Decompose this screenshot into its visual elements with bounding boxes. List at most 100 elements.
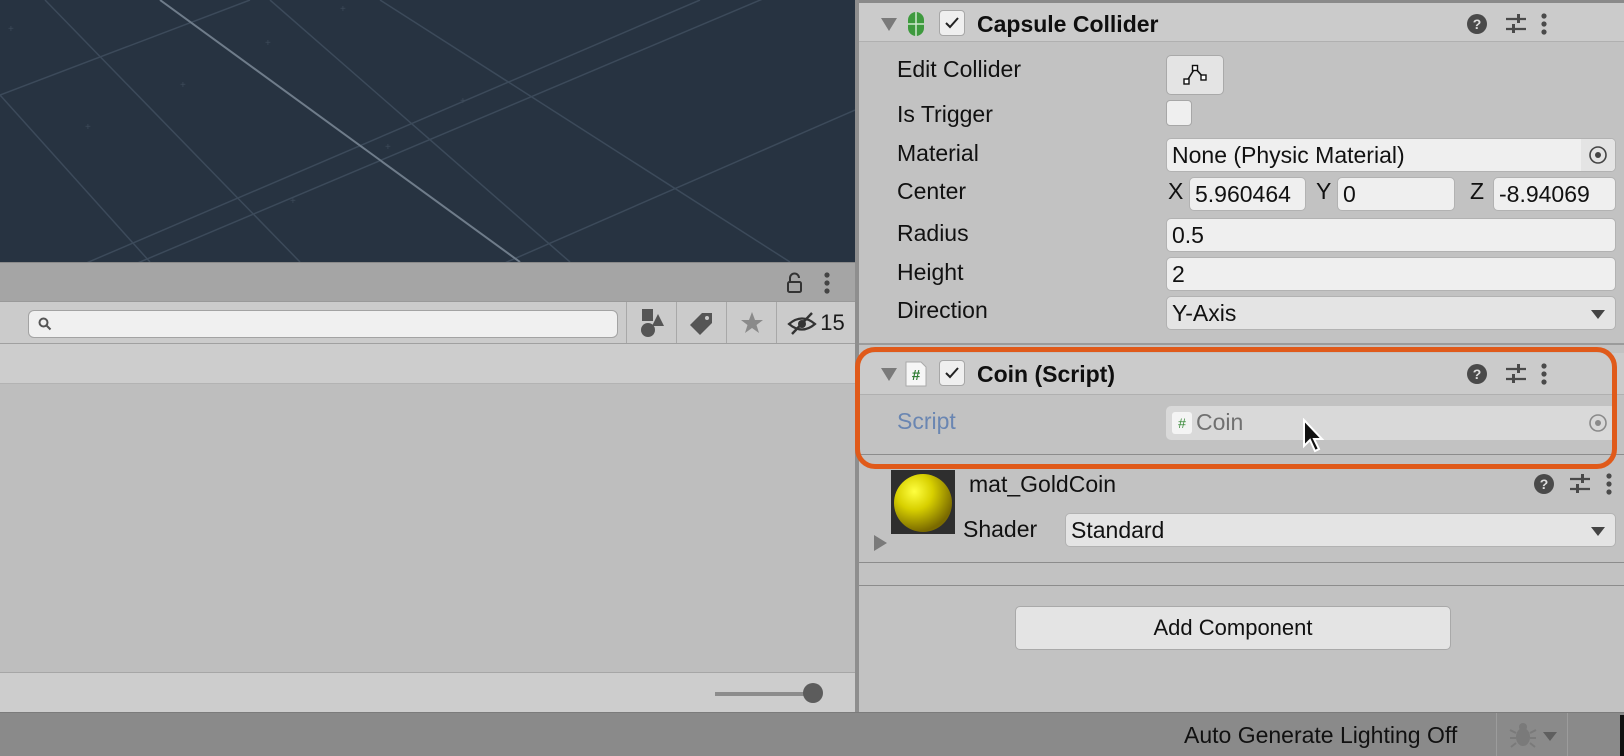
radius-label: Radius	[897, 220, 969, 246]
dropdown-arrow-icon	[1543, 732, 1557, 741]
more-options-icon[interactable]	[1540, 12, 1548, 36]
dropdown-arrow-icon	[1591, 310, 1605, 319]
material-preview[interactable]	[891, 470, 955, 534]
height-field[interactable]: 2	[1166, 257, 1616, 291]
coin-script-header[interactable]: # Coin (Script) ?	[859, 353, 1624, 395]
project-panel: 15	[0, 262, 855, 712]
svg-text:+: +	[85, 122, 91, 133]
star-icon	[740, 311, 763, 333]
capsule-collider-enabled-checkbox[interactable]	[939, 10, 965, 36]
material-field[interactable]: None (Physic Material)	[1166, 138, 1616, 172]
collapse-arrow-icon[interactable]	[881, 18, 897, 31]
hidden-count: 15	[820, 309, 845, 335]
center-x-field[interactable]: 5.960464	[1189, 177, 1306, 211]
direction-dropdown[interactable]: Y-Axis	[1166, 296, 1616, 330]
expand-arrow-icon[interactable]	[874, 535, 887, 551]
presets-icon[interactable]	[1569, 473, 1591, 495]
more-options-icon[interactable]	[1540, 362, 1548, 386]
lock-icon[interactable]	[784, 272, 806, 294]
icon-size-slider-track[interactable]	[715, 692, 815, 696]
kebab-menu-icon[interactable]	[822, 271, 832, 295]
help-icon[interactable]: ?	[1466, 363, 1488, 385]
component-separator	[859, 585, 1624, 586]
inspector-panel: Capsule Collider ? Edit Collider Is Trig…	[859, 0, 1624, 712]
coin-script-enabled-checkbox[interactable]	[939, 360, 965, 386]
checkmark-icon	[945, 367, 959, 379]
shader-value: Standard	[1071, 517, 1165, 543]
icon-size-slider-thumb[interactable]	[803, 683, 823, 703]
presets-icon[interactable]	[1505, 13, 1527, 35]
status-bar: Auto Generate Lighting Off	[0, 712, 1624, 756]
debug-mode-button[interactable]	[1496, 713, 1568, 756]
add-component-button[interactable]: Add Component	[1015, 606, 1451, 650]
center-y-field[interactable]: 0	[1337, 177, 1455, 211]
search-input[interactable]	[28, 310, 618, 338]
scene-grid: + + + + + + + +	[0, 0, 855, 262]
presets-icon[interactable]	[1505, 363, 1527, 385]
component-separator	[859, 454, 1624, 455]
help-icon[interactable]: ?	[1533, 473, 1555, 495]
center-z-label[interactable]: Z	[1470, 178, 1484, 205]
script-label: Script	[897, 408, 956, 434]
eye-slash-icon	[787, 311, 817, 335]
help-icon[interactable]: ?	[1466, 13, 1488, 35]
panel-toolbar: 15	[0, 302, 855, 344]
script-icon: #	[905, 361, 927, 387]
material-label: Material	[897, 140, 979, 166]
edit-collider-button[interactable]	[1166, 55, 1224, 95]
svg-text:#: #	[912, 367, 921, 384]
component-title: Coin (Script)	[977, 361, 1115, 387]
target-picker-icon	[1589, 146, 1607, 164]
panel-footer	[0, 672, 855, 712]
filter-by-type-button[interactable]	[626, 302, 676, 343]
edit-collider-label: Edit Collider	[897, 56, 1021, 82]
shader-dropdown[interactable]: Standard	[1065, 513, 1616, 547]
checkmark-icon	[945, 17, 959, 29]
gold-sphere-icon	[894, 474, 952, 532]
more-options-icon[interactable]	[1605, 472, 1613, 496]
capsule-collider-header[interactable]: Capsule Collider ?	[859, 0, 1624, 42]
edit-collider-icon	[1183, 64, 1207, 85]
material-value: None (Physic Material)	[1172, 142, 1405, 168]
script-value: Coin	[1196, 409, 1244, 435]
is-trigger-checkbox[interactable]	[1166, 100, 1192, 126]
svg-text:+: +	[460, 96, 466, 107]
tag-icon	[689, 312, 712, 335]
lighting-status[interactable]: Auto Generate Lighting Off	[1184, 722, 1457, 749]
status-bar-edge	[1620, 715, 1624, 756]
direction-value: Y-Axis	[1172, 300, 1237, 326]
script-field[interactable]: # Coin	[1166, 406, 1616, 440]
center-label: Center	[897, 178, 967, 204]
svg-text:+: +	[290, 196, 296, 207]
svg-text:?: ?	[1473, 16, 1482, 32]
center-z-field[interactable]: -8.94069	[1493, 177, 1616, 211]
svg-text:+: +	[8, 24, 14, 35]
favorites-button[interactable]	[726, 302, 776, 343]
svg-text:+: +	[385, 142, 391, 153]
center-x-label[interactable]: X	[1168, 178, 1183, 205]
target-picker-icon[interactable]	[1588, 413, 1608, 433]
hidden-objects-toggle[interactable]: 15	[776, 302, 855, 343]
component-title: Capsule Collider	[977, 11, 1159, 37]
material-name: mat_GoldCoin	[969, 471, 1117, 497]
svg-text:?: ?	[1540, 476, 1549, 492]
component-separator	[859, 343, 1624, 345]
svg-text:+: +	[340, 4, 346, 15]
center-y-label[interactable]: Y	[1316, 178, 1331, 205]
collapse-arrow-icon[interactable]	[881, 368, 897, 381]
filter-by-label-button[interactable]	[676, 302, 726, 343]
radius-field[interactable]: 0.5	[1166, 218, 1616, 252]
bug-icon	[1509, 723, 1537, 748]
panel-content-area[interactable]	[0, 384, 855, 676]
scene-view[interactable]: + + + + + + + +	[0, 0, 855, 262]
search-icon	[38, 317, 52, 331]
shader-label: Shader	[963, 516, 1038, 542]
is-trigger-label: Is Trigger	[897, 101, 993, 127]
capsule-collider-icon	[908, 12, 924, 36]
panel-tab-bar	[0, 262, 855, 302]
object-picker-button[interactable]	[1581, 139, 1615, 171]
dropdown-arrow-icon	[1591, 527, 1605, 536]
shapes-icon	[640, 308, 664, 337]
svg-text:+: +	[265, 38, 271, 49]
height-label: Height	[897, 259, 964, 285]
